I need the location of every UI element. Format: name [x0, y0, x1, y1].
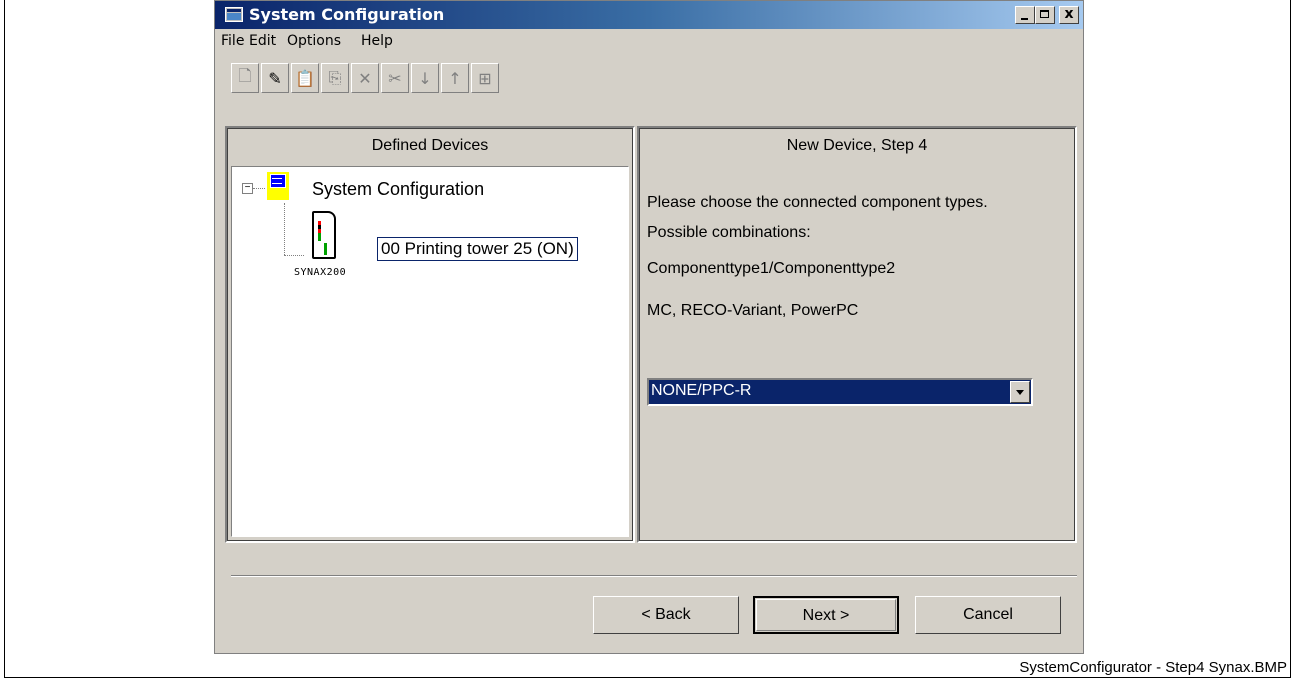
possible-combinations-label: Possible combinations: — [647, 224, 811, 241]
tree-item-printing-tower[interactable]: 00 Printing tower 25 (ON) — [377, 237, 578, 261]
cut-button[interactable]: ✂ — [381, 63, 409, 93]
image-caption: SystemConfigurator - Step4 Synax.BMP — [1019, 659, 1287, 676]
copy-button[interactable]: ⎘ — [321, 63, 349, 93]
cancel-button[interactable]: Cancel — [915, 596, 1061, 634]
new-device-panel: New Device, Step 4 Please choose the con… — [637, 126, 1077, 543]
synax-device-icon — [312, 211, 336, 259]
new-doc-icon: 🗋 — [238, 65, 252, 85]
window-title: System Configuration — [249, 5, 445, 24]
step-header: New Device, Step 4 — [786, 137, 928, 154]
divider — [231, 575, 1077, 577]
edit-button[interactable]: ✎ — [261, 63, 289, 93]
tree-root-label[interactable]: System Configuration — [312, 179, 484, 200]
menu-help[interactable]: Help — [361, 33, 393, 49]
combination-format-text: Componenttype1/Componenttype2 — [647, 260, 896, 277]
tree-view-icon: ⊞ — [478, 68, 492, 88]
paste-icon: 📋 — [295, 68, 315, 88]
paste-button[interactable]: 📋 — [291, 63, 319, 93]
close-button[interactable]: x — [1059, 6, 1079, 24]
title-bar[interactable]: System Configuration x — [215, 1, 1083, 29]
cut-icon: ✂ — [388, 68, 402, 88]
defined-devices-panel: Defined Devices − System Configuration S… — [225, 126, 635, 543]
defined-devices-header: Defined Devices — [371, 137, 489, 154]
device-tree[interactable]: − System Configuration SYNAX200 00 Print… — [231, 166, 629, 537]
system-configuration-window: System Configuration x File Edit Options… — [214, 0, 1084, 654]
move-up-icon: ↑ — [448, 68, 462, 88]
tree-view-button[interactable]: ⊞ — [471, 63, 499, 93]
system-config-icon — [267, 172, 289, 200]
device-icon-caption: SYNAX200 — [294, 267, 347, 278]
tree-connector — [253, 188, 265, 189]
move-down-icon: ↓ — [418, 68, 432, 88]
menu-options[interactable]: Options — [287, 33, 341, 49]
component-types-text: MC, RECO-Variant, PowerPC — [647, 302, 859, 319]
close-icon: x — [1064, 6, 1074, 22]
delete-button[interactable]: ✕ — [351, 63, 379, 93]
copy-icon: ⎘ — [328, 68, 342, 87]
delete-icon: ✕ — [358, 68, 372, 88]
chevron-down-icon[interactable] — [1010, 381, 1030, 403]
app-window-icon — [225, 7, 243, 22]
collapse-icon[interactable]: − — [242, 183, 253, 194]
component-type-dropdown[interactable]: NONE/PPC-R — [647, 378, 1033, 406]
minimize-button[interactable] — [1015, 6, 1035, 24]
maximize-button[interactable] — [1035, 6, 1055, 24]
move-down-button[interactable]: ↓ — [411, 63, 439, 93]
new-doc-button[interactable]: 🗋 — [231, 63, 259, 93]
menu-edit[interactable]: Edit — [249, 33, 276, 49]
move-up-button[interactable]: ↑ — [441, 63, 469, 93]
instructions-text: Please choose the connected component ty… — [647, 194, 988, 211]
tree-connector-child — [284, 255, 304, 256]
next-button[interactable]: Next > — [753, 596, 899, 634]
new-device-frame — [639, 128, 1075, 541]
dropdown-selected-value: NONE/PPC-R — [651, 382, 752, 399]
edit-pen-icon: ✎ — [268, 68, 282, 88]
menu-file[interactable]: File — [221, 33, 244, 49]
tree-connector-vertical — [284, 203, 285, 255]
back-button[interactable]: < Back — [593, 596, 739, 634]
